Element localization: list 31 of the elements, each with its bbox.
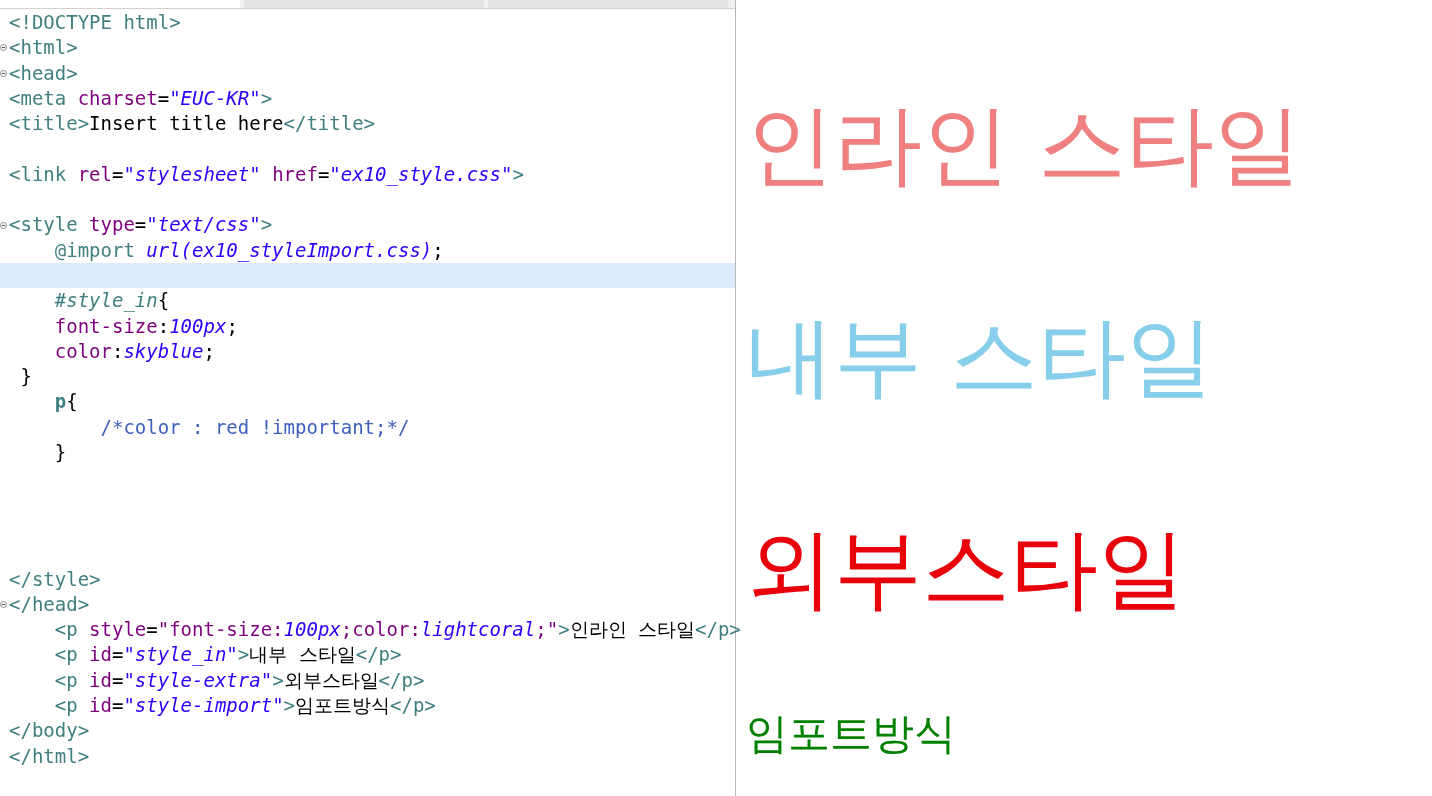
code-line: <p id="style_in">내부 스타일</p> <box>53 642 402 668</box>
code-line: </style> <box>9 566 101 592</box>
code-line: <p id="style-import">임포트방식</p> <box>53 693 436 718</box>
code-line: <p style="font-size:100px;color:lightcoral;">인라인 스타일</p> <box>53 617 741 643</box>
preview-text: 인라인 스타일 <box>746 92 1303 198</box>
code-line: #style_in{ <box>53 288 170 314</box>
code-line: <title>Insert title here</title> <box>9 111 376 137</box>
preview-text: 외부스타일 <box>746 516 1187 622</box>
code-line: <html> <box>9 35 78 61</box>
code-line: <style type="text/css"> <box>9 212 273 238</box>
fold-icon[interactable] <box>0 600 7 608</box>
code-line: <link rel="stylesheet" href="ex10_style.css"> <box>9 161 524 188</box>
fold-icon[interactable] <box>0 44 7 52</box>
code-line: <p id="style-extra">외부스타일</p> <box>53 667 425 693</box>
code-line: @import url(ex10_styleImport.css); <box>53 237 444 263</box>
code-line: </head> <box>9 591 90 617</box>
code-line: <head> <box>9 60 78 86</box>
fold-icon[interactable] <box>0 69 7 77</box>
code-line: } <box>53 440 67 466</box>
code-line: /*color : red !important;*/ <box>99 414 410 440</box>
code-line: color:skyblue; <box>53 338 215 364</box>
code-line: <!DOCTYPE html> <box>9 10 181 35</box>
preview-text: 내부 스타일 <box>746 304 1215 410</box>
code-line: </html> <box>9 743 90 769</box>
fold-icon[interactable] <box>0 221 7 229</box>
code-line: } <box>19 364 32 390</box>
code-line: p{ <box>53 389 78 415</box>
code-line: font-size:100px; <box>53 313 238 339</box>
code-line: </body> <box>9 718 90 744</box>
code-line: <meta charset="EUC-KR"> <box>9 85 273 111</box>
preview-text: 임포트방식 <box>746 709 957 759</box>
